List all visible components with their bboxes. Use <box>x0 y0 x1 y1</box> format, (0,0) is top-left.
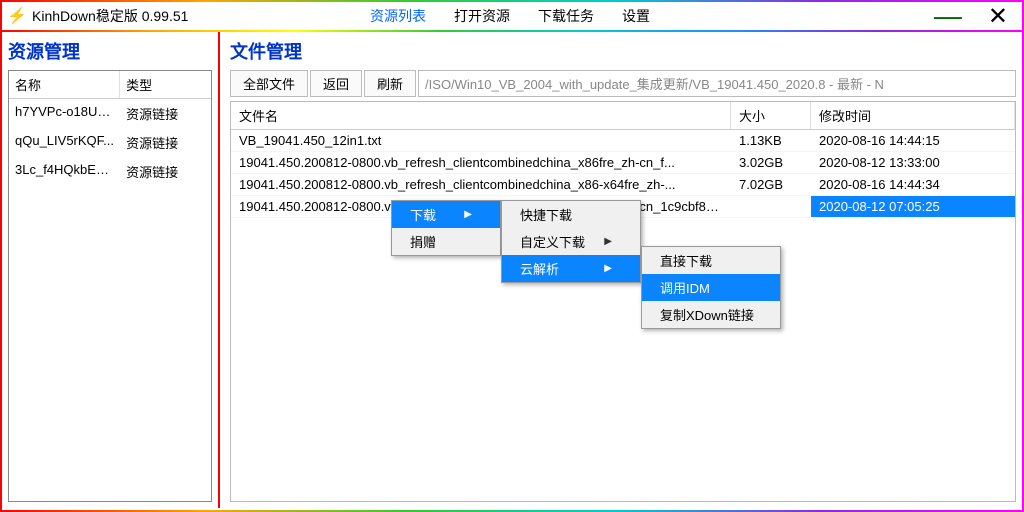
app-title: KinhDown稳定版 0.99.51 <box>32 6 188 26</box>
file-row[interactable]: 19041.450.200812-0800.vb_refresh_clientc… <box>231 152 1015 174</box>
ctx-quick-download[interactable]: 快捷下载 <box>502 201 640 228</box>
nav-item-open[interactable]: 打开资源 <box>446 4 518 28</box>
ctx-direct-download[interactable]: 直接下载 <box>642 247 780 274</box>
titlebar: ⚡ KinhDown稳定版 0.99.51 资源列表 打开资源 下载任务 设置 … <box>2 2 1022 30</box>
ctx-donate[interactable]: 捐赠 <box>392 228 500 255</box>
app-window: ⚡ KinhDown稳定版 0.99.51 资源列表 打开资源 下载任务 设置 … <box>0 0 1024 512</box>
nav-menu: 资源列表 打开资源 下载任务 设置 <box>362 4 658 28</box>
ctx-copy-xdown[interactable]: 复制XDown链接 <box>642 301 780 328</box>
file-row[interactable]: 19041.450.200812-0800.vb_refresh_clientc… <box>231 174 1015 196</box>
context-menu-l2: 快捷下载 自定义下载▶ 云解析▶ <box>501 200 641 283</box>
col-type[interactable]: 类型 <box>120 71 211 98</box>
resource-row[interactable]: 3Lc_f4HQkbE_n...资源链接 <box>9 157 211 186</box>
window-controls: — ✕ <box>924 2 1016 31</box>
path-input[interactable]: /ISO/Win10_VB_2004_with_update_集成更新/VB_1… <box>418 70 1016 97</box>
toolbar: 全部文件 返回 刷新 /ISO/Win10_VB_2004_with_updat… <box>230 70 1016 97</box>
file-table: 文件名 大小 修改时间 VB_19041.450_12in1.txt1.13KB… <box>230 101 1016 502</box>
close-button[interactable]: ✕ <box>980 2 1016 31</box>
nav-item-settings[interactable]: 设置 <box>614 4 658 28</box>
context-menu-l3: 直接下载 调用IDM 复制XDown链接 <box>641 246 781 329</box>
chevron-right-icon: ▶ <box>604 263 612 274</box>
col-filename[interactable]: 文件名 <box>231 102 731 129</box>
file-table-header: 文件名 大小 修改时间 <box>231 102 1015 130</box>
col-modtime[interactable]: 修改时间 <box>811 102 1015 129</box>
left-panel-title: 资源管理 <box>8 38 212 64</box>
refresh-button[interactable]: 刷新 <box>364 70 416 97</box>
back-button[interactable]: 返回 <box>310 70 362 97</box>
ctx-cloud-parse[interactable]: 云解析▶ <box>502 255 640 282</box>
minimize-button[interactable]: — <box>924 11 972 21</box>
ctx-custom-download[interactable]: 自定义下载▶ <box>502 228 640 255</box>
chevron-right-icon: ▶ <box>604 236 612 247</box>
all-files-button[interactable]: 全部文件 <box>230 70 308 97</box>
resource-row[interactable]: h7YVPc-o18U0...资源链接 <box>9 99 211 128</box>
ctx-call-idm[interactable]: 调用IDM <box>642 274 780 301</box>
resource-row[interactable]: qQu_LIV5rKQF...资源链接 <box>9 128 211 157</box>
chevron-right-icon: ▶ <box>464 209 472 220</box>
right-panel: 文件管理 全部文件 返回 刷新 /ISO/Win10_VB_2004_with_… <box>220 32 1022 508</box>
col-name[interactable]: 名称 <box>9 71 120 98</box>
right-panel-title: 文件管理 <box>230 38 1016 64</box>
ctx-download[interactable]: 下载▶ <box>392 201 500 228</box>
resource-table: 名称 类型 h7YVPc-o18U0...资源链接 qQu_LIV5rKQF..… <box>8 70 212 502</box>
nav-item-resources[interactable]: 资源列表 <box>362 4 434 28</box>
file-row[interactable]: VB_19041.450_12in1.txt1.13KB2020-08-16 1… <box>231 130 1015 152</box>
bolt-icon: ⚡ <box>7 6 27 26</box>
context-menu-l1: 下载▶ 捐赠 <box>391 200 501 256</box>
col-size[interactable]: 大小 <box>731 102 811 129</box>
nav-item-download-tasks[interactable]: 下载任务 <box>530 4 602 28</box>
resource-table-header: 名称 类型 <box>9 71 211 99</box>
body: 资源管理 名称 类型 h7YVPc-o18U0...资源链接 qQu_LIV5r… <box>2 32 1022 508</box>
app-icon: ⚡ <box>8 6 26 26</box>
left-panel: 资源管理 名称 类型 h7YVPc-o18U0...资源链接 qQu_LIV5r… <box>2 32 220 508</box>
